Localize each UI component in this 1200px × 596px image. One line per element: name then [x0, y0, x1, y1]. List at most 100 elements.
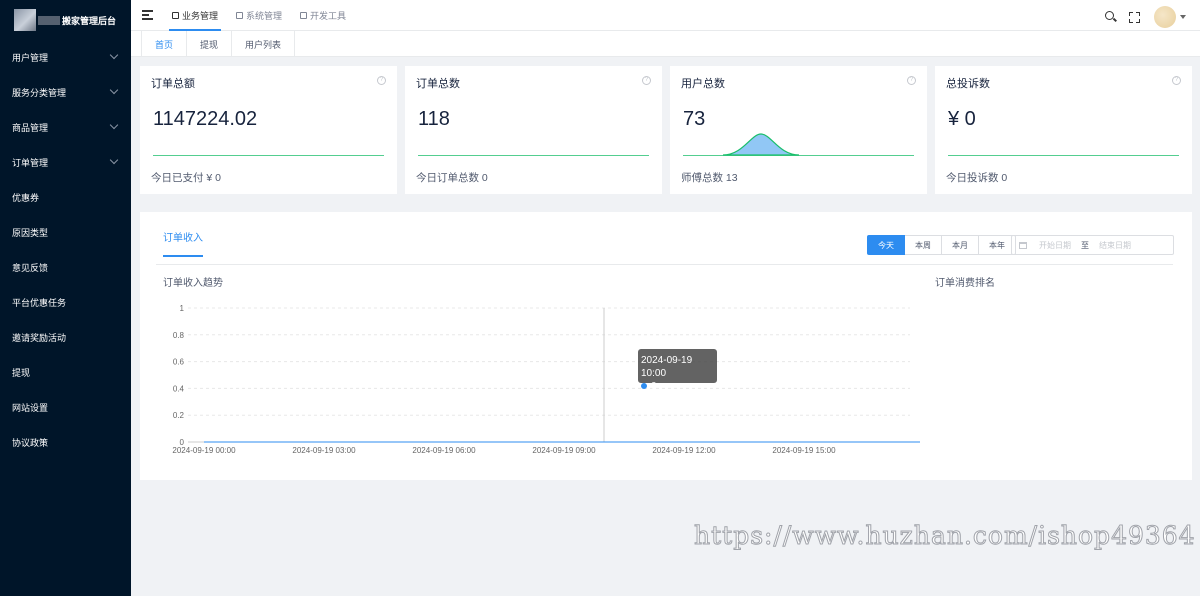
logo[interactable]: 搬家管理后台 [0, 0, 131, 40]
top-nav-item[interactable]: 业务管理 [169, 0, 222, 31]
top-nav-label: 开发工具 [310, 11, 347, 21]
y-tick-label: 0.2 [173, 411, 185, 420]
date-separator: 至 [1081, 240, 1089, 250]
stat-footer: 师傅总数 13 [681, 172, 738, 184]
sidebar-item[interactable]: 商品管理 [0, 110, 131, 145]
sidebar-item-label: 协议政策 [12, 438, 49, 448]
user-area-chart [722, 133, 800, 156]
app-title: 搬家管理后台 [62, 15, 117, 26]
chevron-down-icon[interactable] [1180, 15, 1186, 19]
stat-card-complaint-count: 总投诉数 ? ¥ 0 今日投诉数 0 [935, 66, 1192, 194]
sidebar-menu: 用户管理服务分类管理 商品管理订单管理优惠券原因类型意见反馈平台优惠任务 邀请奖励活… [0, 40, 131, 460]
logo-redacted [38, 15, 60, 25]
sidebar-item-label: 商品管理 [12, 123, 49, 133]
stat-value: ¥ 0 [948, 108, 976, 130]
help-icon[interactable]: ? [907, 76, 916, 85]
income-trend-chart[interactable]: 0 0.2 0.4 0.6 0.8 1 2024-09-19 00:00 2024-09-19… [160, 300, 920, 460]
sidebar-item[interactable]: 网站设置 [0, 390, 131, 425]
sidebar-item[interactable]: 意见反馈 [0, 250, 131, 285]
ranking-title: 订单消费排名 [935, 278, 995, 289]
top-nav: 业务管理 系统管理 开发工具 [169, 0, 361, 31]
page-tab[interactable]: 首页 [141, 31, 188, 57]
x-tick-label: 2024-09-19 09:00 [532, 446, 596, 455]
fullscreen-icon[interactable] [1129, 11, 1140, 23]
stat-value: 118 [418, 108, 450, 130]
calendar-icon [1019, 241, 1027, 249]
sidebar-item-label: 订单管理 [12, 158, 49, 168]
chevron-down-icon [109, 120, 119, 130]
stat-value: 1147224.02 [153, 108, 258, 130]
start-date-input[interactable]: 开始日期 [1039, 240, 1071, 251]
stat-trend-line [418, 155, 649, 156]
top-nav-item[interactable]: 开发工具 [297, 0, 349, 31]
y-tick-label: 0.4 [173, 384, 185, 393]
chevron-down-icon [109, 85, 119, 95]
sidebar-item-label: 优惠券 [12, 193, 40, 203]
y-tick-label: 0.6 [173, 358, 185, 367]
sidebar-item-label: 网站设置 [12, 403, 49, 413]
sidebar-item-label: 用户管理 [12, 53, 49, 63]
header: 业务管理 系统管理 开发工具 [131, 0, 1200, 31]
sidebar: 搬家管理后台 用户管理服务分类管理 商品管理订单管理优惠券原因类型意见反馈平台优惠… [0, 0, 131, 596]
help-icon[interactable]: ? [642, 76, 651, 85]
x-tick-label: 2024-09-19 03:00 [292, 446, 356, 455]
stat-title: 用户总数 [681, 78, 725, 90]
sidebar-item[interactable]: 平台优惠任务 [0, 285, 131, 320]
briefcase-icon [172, 12, 179, 19]
top-nav-label: 系统管理 [246, 11, 283, 21]
help-icon[interactable]: ? [1172, 76, 1181, 85]
sidebar-item-label: 服务分类管理 [12, 88, 67, 98]
area-mark [722, 133, 800, 156]
page-tab[interactable]: 用户列表 [232, 31, 296, 57]
range-button[interactable]: 今天 [867, 235, 905, 255]
divider [156, 264, 1173, 265]
watermark: https://www.huzhan.com/ishop49364 [694, 521, 1196, 551]
x-tick-label: 2024-09-19 12:00 [652, 446, 716, 455]
sidebar-item[interactable]: 邀请奖励活动 [0, 320, 131, 355]
y-tick-label: 0.8 [173, 331, 185, 340]
logo-image [14, 9, 36, 31]
page-tab[interactable]: 提现 [187, 31, 233, 57]
search-icon[interactable] [1105, 11, 1117, 23]
x-tick-label: 2024-09-19 15:00 [772, 446, 836, 455]
stat-footer: 今日投诉数 0 [946, 172, 1008, 184]
sidebar-item[interactable]: 用户管理 [0, 40, 131, 75]
sidebar-item[interactable]: 原因类型 [0, 215, 131, 250]
sidebar-item-label: 平台优惠任务 [12, 298, 67, 308]
stat-trend-line [948, 155, 1179, 156]
stat-card-order-amount: 订单总额 ? 1147224.02 今日已支付 ¥ 0 [140, 66, 397, 194]
stat-trend-line [153, 155, 384, 156]
date-range-buttons: 今天 本周 本月 本年 [867, 235, 1016, 255]
chart-tooltip: 2024-09-19 10:00 0 [638, 349, 717, 392]
end-date-input[interactable]: 结束日期 [1099, 240, 1131, 251]
toolbox-icon [300, 12, 308, 19]
page-tabs: 首页 提现 用户列表 [131, 31, 1200, 57]
date-range-picker[interactable]: 开始日期 至 结束日期 [1011, 235, 1174, 255]
help-icon[interactable]: ? [377, 76, 386, 85]
order-income-panel: 订单收入 今天 本周 本月 本年 开始日期 至 结束日期 订单收入趋势 订单消费排名 … [140, 212, 1192, 480]
chart-title: 订单收入趋势 [163, 278, 223, 289]
stat-title: 订单总数 [416, 78, 460, 90]
stat-title: 总投诉数 [946, 78, 990, 90]
sidebar-item[interactable]: 优惠券 [0, 180, 131, 215]
sidebar-item[interactable]: 协议政策 [0, 425, 131, 460]
menu-toggle-icon[interactable] [142, 10, 153, 20]
chevron-down-icon [109, 50, 119, 60]
avatar[interactable] [1154, 6, 1176, 28]
range-button[interactable]: 本周 [905, 235, 942, 255]
sidebar-item-label: 邀请奖励活动 [12, 333, 67, 343]
sidebar-item[interactable]: 订单管理 [0, 145, 131, 180]
range-button[interactable]: 本月 [942, 235, 979, 255]
tab-order-income[interactable]: 订单收入 [163, 229, 203, 257]
sidebar-item[interactable]: 服务分类管理 [0, 75, 131, 110]
sidebar-item-label: 原因类型 [12, 228, 49, 238]
sidebar-item-label: 意见反馈 [12, 263, 49, 273]
stat-trend-line [683, 155, 914, 156]
y-tick-label: 1 [180, 304, 185, 313]
series-dot-icon [641, 383, 647, 390]
tooltip-time: 2024-09-19 10:00 [641, 355, 693, 379]
x-tick-label: 2024-09-19 06:00 [412, 446, 476, 455]
top-nav-item[interactable]: 系统管理 [233, 0, 285, 31]
stat-card-order-count: 订单总数 ? 118 今日订单总数 0 [405, 66, 662, 194]
sidebar-item[interactable]: 提现 [0, 355, 131, 390]
